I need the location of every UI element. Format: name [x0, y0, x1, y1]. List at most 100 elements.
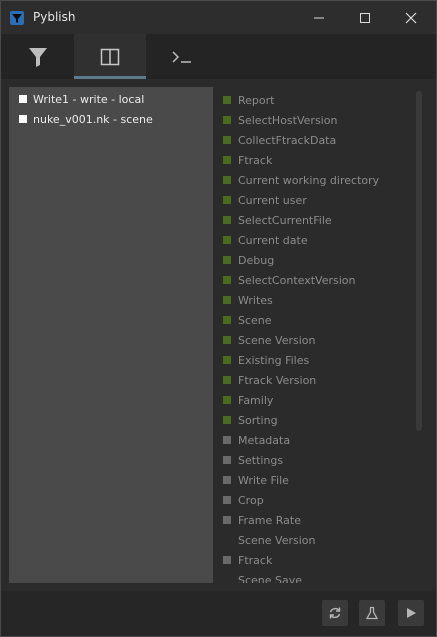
plugin-list: Report SelectHostVersion CollectFtrackDa…	[221, 87, 411, 583]
plugin-checkbox[interactable]	[223, 256, 231, 264]
plugin-checkbox[interactable]	[223, 416, 231, 424]
plugin-label: Scene Save	[238, 573, 303, 584]
plugin-item[interactable]: Existing Files	[223, 351, 309, 369]
plugin-checkbox[interactable]	[223, 536, 231, 544]
plugin-checkbox[interactable]	[223, 476, 231, 484]
plugin-item[interactable]: SelectHostVersion	[223, 111, 337, 129]
pyblish-logo-icon	[10, 11, 24, 25]
title-bar: Pyblish	[1, 1, 436, 34]
flask-icon	[365, 606, 379, 620]
plugin-label: Scene Version	[238, 333, 316, 347]
tab-filter[interactable]	[2, 34, 74, 79]
plugin-item[interactable]: Current date	[223, 231, 308, 249]
instance-item[interactable]: Write1 - write - local	[19, 90, 144, 108]
publish-button[interactable]	[398, 600, 424, 626]
plugin-checkbox[interactable]	[223, 376, 231, 384]
instance-label: nuke_v001.nk - scene	[33, 112, 153, 126]
maximize-icon	[360, 12, 370, 23]
plugin-checkbox[interactable]	[223, 276, 231, 284]
plugin-checkbox[interactable]	[223, 436, 231, 444]
plugin-label: SelectHostVersion	[238, 113, 338, 127]
tab-bar	[1, 34, 436, 79]
close-icon	[405, 12, 417, 23]
footer-bar	[1, 591, 436, 636]
plugin-checkbox[interactable]	[223, 136, 231, 144]
plugin-item[interactable]: Ftrack	[223, 151, 272, 169]
pyblish-window: Pyblish Write1 - write - local nuke_v001…	[0, 0, 437, 637]
plugin-item[interactable]: Scene	[223, 311, 272, 329]
layout-icon	[100, 48, 120, 65]
instance-item[interactable]: nuke_v001.nk - scene	[19, 110, 153, 128]
plugin-item[interactable]: CollectFtrackData	[223, 131, 336, 149]
plugin-checkbox[interactable]	[223, 156, 231, 164]
plugin-label: Scene Version	[238, 533, 316, 547]
plugin-checkbox[interactable]	[223, 556, 231, 564]
minimize-icon	[314, 17, 324, 18]
plugin-checkbox[interactable]	[223, 496, 231, 504]
window-title: Pyblish	[33, 10, 76, 24]
plugin-checkbox[interactable]	[223, 196, 231, 204]
plugin-item[interactable]: Current working directory	[223, 171, 379, 189]
instance-checkbox[interactable]	[19, 115, 27, 123]
plugin-item[interactable]: Crop	[223, 491, 264, 509]
plugin-item[interactable]: Report	[223, 91, 274, 109]
plugin-checkbox[interactable]	[223, 576, 231, 583]
plugin-label: Sorting	[238, 413, 278, 427]
tab-terminal[interactable]	[146, 34, 218, 79]
plugin-checkbox[interactable]	[223, 356, 231, 364]
plugin-label: Settings	[238, 453, 284, 467]
overview-page: Write1 - write - local nuke_v001.nk - sc…	[1, 79, 436, 591]
plugin-checkbox[interactable]	[223, 336, 231, 344]
plugin-item[interactable]: Scene Version	[223, 531, 315, 549]
plugin-item[interactable]: Family	[223, 391, 273, 409]
plugin-item[interactable]: Scene Version	[223, 331, 315, 349]
plugin-checkbox[interactable]	[223, 176, 231, 184]
plugin-item[interactable]: Writes	[223, 291, 273, 309]
plugin-item[interactable]: SelectCurrentFile	[223, 211, 332, 229]
plugin-item[interactable]: Scene Save	[223, 571, 303, 584]
plugin-checkbox[interactable]	[223, 116, 231, 124]
tab-overview[interactable]	[74, 34, 146, 79]
plugin-label: Report	[238, 93, 275, 107]
plugin-item[interactable]: Metadata	[223, 431, 290, 449]
plugin-checkbox[interactable]	[223, 96, 231, 104]
plugin-item[interactable]: Settings	[223, 451, 283, 469]
plugin-label: Writes	[238, 293, 273, 307]
plugin-label: Write File	[238, 473, 289, 487]
plugin-label: CollectFtrackData	[238, 133, 337, 147]
plugin-checkbox[interactable]	[223, 236, 231, 244]
plugin-label: Existing Files	[238, 353, 310, 367]
plugin-label: Ftrack Version	[238, 373, 317, 387]
maximize-button[interactable]	[342, 1, 388, 34]
plugin-scrollbar[interactable]	[416, 91, 422, 431]
terminal-icon	[172, 50, 191, 63]
plugin-item[interactable]: SelectContextVersion	[223, 271, 355, 289]
instance-checkbox[interactable]	[19, 95, 27, 103]
validate-button[interactable]	[359, 600, 385, 626]
plugin-checkbox[interactable]	[223, 316, 231, 324]
play-icon	[407, 608, 416, 618]
minimize-button[interactable]	[296, 1, 342, 34]
plugin-checkbox[interactable]	[223, 516, 231, 524]
close-button[interactable]	[388, 1, 434, 34]
plugin-checkbox[interactable]	[223, 456, 231, 464]
instance-label: Write1 - write - local	[33, 92, 145, 106]
plugin-checkbox[interactable]	[223, 216, 231, 224]
plugin-item[interactable]: Frame Rate	[223, 511, 301, 529]
plugin-label: Ftrack	[238, 553, 273, 567]
plugin-item[interactable]: Debug	[223, 251, 274, 269]
plugin-label: Crop	[238, 493, 264, 507]
plugin-label: Scene	[238, 313, 272, 327]
plugin-item[interactable]: Current user	[223, 191, 307, 209]
plugin-label: SelectCurrentFile	[238, 213, 332, 227]
reset-button[interactable]	[322, 600, 348, 626]
plugin-item[interactable]: Sorting	[223, 411, 278, 429]
plugin-label: Metadata	[238, 433, 291, 447]
plugin-checkbox[interactable]	[223, 296, 231, 304]
plugin-item[interactable]: Ftrack	[223, 551, 272, 569]
plugin-label: Debug	[238, 253, 275, 267]
plugin-item[interactable]: Ftrack Version	[223, 371, 316, 389]
plugin-checkbox[interactable]	[223, 396, 231, 404]
plugin-label: Frame Rate	[238, 513, 301, 527]
plugin-item[interactable]: Write File	[223, 471, 289, 489]
